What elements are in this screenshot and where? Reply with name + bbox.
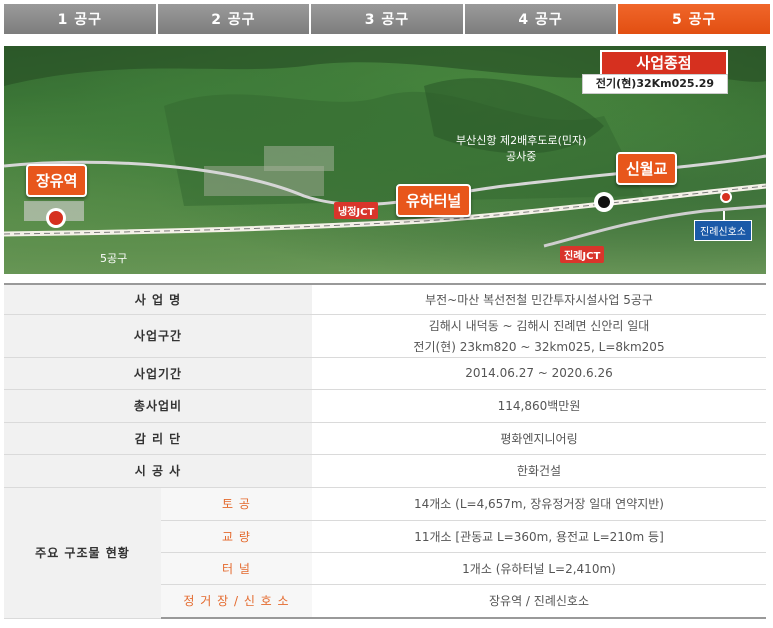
tab-section-1[interactable]: 1 공구 [4,4,156,34]
supervisor-label: 감 리 단 [4,422,312,455]
section-value-line1: 김해시 내덕동 ~ 김해시 진례면 신안리 일대 [428,318,650,333]
table-row: 총사업비 114,860백만원 [4,389,766,423]
bridge-value: 11개소 [관동교 L=360m, 용전교 L=210m 등] [312,520,766,553]
tunnel-value: 1개소 (유하터널 L=2,410m) [312,552,766,585]
table-row: 감 리 단 평화엔지니어링 [4,422,766,455]
tunnel-yuha-callout: 유하터널 [396,184,472,217]
supervisor-value: 평화엔지니어링 [312,422,766,455]
period-label: 사업기간 [4,357,312,390]
station-jangyu-callout: 장유역 [26,164,88,197]
bridge-sinwol-callout: 신월교 [616,152,678,185]
structures-label: 주요 구조물 현황 [4,487,161,619]
jct-jinrye: 진례JCT [560,246,605,263]
project-name-value: 부전~마산 복선전철 민간투자시설사업 5공구 [312,283,766,315]
bridge-label: 교 량 [161,520,312,553]
project-info-table: 사 업 명 부전~마산 복선전철 민간투자시설사업 5공구 사업구간 김해시 내… [4,283,766,619]
table-row: 시 공 사 한화건설 [4,454,766,488]
table-row: 사업구간 김해시 내덕동 ~ 김해시 진례면 신안리 일대 전기(현) 23km… [4,314,766,358]
table-row: 사 업 명 부전~마산 복선전철 민간투자시설사업 5공구 [4,283,766,315]
tab-section-2[interactable]: 2 공구 [157,4,310,34]
earthwork-value: 14개소 (L=4,657m, 장유정거장 일대 연약지반) [312,487,766,521]
project-end-chainage: 전기(현)32Km025.29 [582,74,728,94]
tab-section-5[interactable]: 5 공구 [618,4,770,34]
road-label-line2: 공사중 [506,150,537,163]
route-map: 사업종점 전기(현)32Km025.29 장유역 유하터널 신월교 부산신항 제… [4,46,766,274]
table-row: 주요 구조물 현황 토 공 14개소 (L=4,657m, 장유정거장 일대 연… [4,487,766,619]
station-label: 정 거 장 / 신 호 소 [161,584,312,619]
project-end-title: 사업종점 [600,50,728,76]
table-row: 사업기간 2014.06.27 ~ 2020.6.26 [4,357,766,390]
station-value: 장유역 / 진례신호소 [312,584,766,619]
tab-section-3[interactable]: 3 공구 [311,4,463,34]
section-value-line2: 전기(현) 23km820 ~ 32km025, L=8km205 [413,339,665,354]
road-label: 부산신항 제2배후도로(민자) 공사중 [456,132,586,164]
project-name-label: 사 업 명 [4,283,312,315]
tab-section-4[interactable]: 4 공구 [464,4,617,34]
section-value: 김해시 내덕동 ~ 김해시 진례면 신안리 일대 전기(현) 23km820 ~… [312,314,766,358]
contractor-label: 시 공 사 [4,454,312,488]
cost-label: 총사업비 [4,389,312,423]
road-label-line1: 부산신항 제2배후도로(민자) [456,134,587,147]
jct-naengjeong: 냉정JCT [334,202,379,219]
section-label: 사업구간 [4,314,312,358]
cost-value: 114,860백만원 [312,389,766,423]
period-value: 2014.06.27 ~ 2020.6.26 [312,357,766,390]
project-end-badge: 사업종점 전기(현)32Km025.29 [582,50,730,100]
tunnel-label: 터 널 [161,552,312,585]
earthwork-label: 토 공 [161,487,312,521]
section-5-label: 5공구 [100,252,128,265]
contractor-value: 한화건설 [312,454,766,488]
section-tabs: 1 공구 2 공구 3 공구 4 공구 5 공구 [4,4,770,34]
signal-station-tag: 진례신호소 [694,220,752,241]
